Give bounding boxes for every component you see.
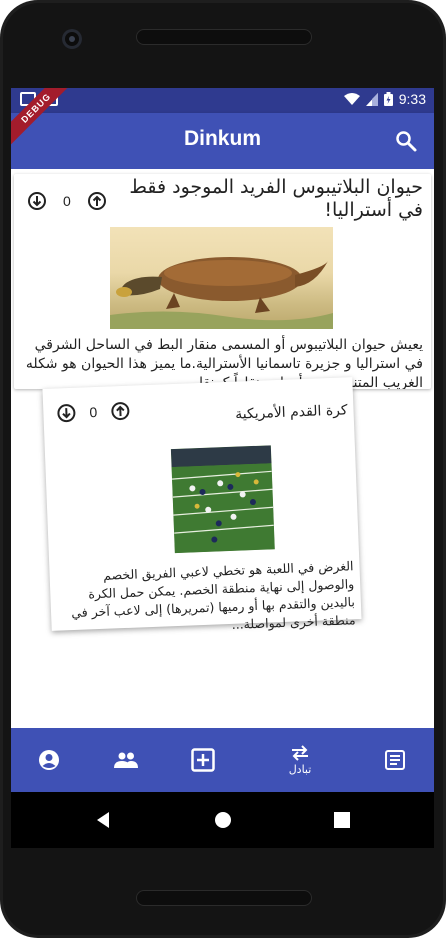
nav-item-exchange[interactable]: تبادل — [270, 728, 330, 792]
vote-controls: 0 — [28, 192, 106, 210]
platypus-image — [110, 227, 333, 329]
nav-item-add[interactable] — [173, 728, 233, 792]
app-bar: Dinkum — [11, 113, 434, 169]
bottom-navigation: تبادل — [11, 728, 434, 792]
front-camera — [62, 29, 82, 49]
wifi-icon — [343, 92, 360, 105]
search-icon[interactable] — [394, 129, 418, 153]
vote-count: 0 — [89, 403, 98, 421]
app-title: Dinkum — [183, 127, 261, 150]
football-image — [170, 445, 275, 554]
system-navigation-bar — [11, 792, 434, 848]
bottom-speaker — [136, 890, 312, 906]
status-time: 9:33 — [398, 91, 426, 107]
back-icon[interactable] — [95, 811, 111, 829]
post-excerpt: يعيش حيوان البلاتيبوس أو المسمى منقار ال… — [25, 337, 423, 389]
post-title[interactable]: كرة القدم الأمريكية — [127, 401, 348, 427]
downvote-icon[interactable] — [57, 403, 76, 423]
status-indicators: 9:33 — [343, 91, 426, 107]
upvote-icon[interactable] — [87, 192, 106, 210]
earpiece-speaker — [136, 29, 312, 45]
post-card[interactable]: 0 حيوان البلاتيبوس الفريد الموجود فقط في… — [14, 174, 431, 389]
recents-icon[interactable] — [334, 812, 350, 828]
phone-screen: DEBUG 9:33 Dinkum 0 حيوان البلاتيبوس الف… — [11, 88, 434, 848]
article-icon — [385, 750, 405, 770]
device-frame: DEBUG 9:33 Dinkum 0 حيوان البلاتيبوس الف… — [0, 0, 446, 938]
downvote-icon[interactable] — [28, 192, 46, 210]
add-box-icon — [191, 748, 215, 772]
nav-item-articles[interactable] — [365, 728, 425, 792]
nav-label-exchange: تبادل — [288, 762, 312, 776]
status-bar: 9:33 — [11, 88, 434, 113]
vote-count: 0 — [63, 193, 71, 209]
feed[interactable]: 0 حيوان البلاتيبوس الفريد الموجود فقط في… — [11, 169, 434, 728]
battery-icon — [383, 92, 393, 106]
account-circle-icon — [39, 750, 59, 770]
nav-item-profile[interactable] — [19, 728, 79, 792]
vote-controls: 0 — [57, 401, 130, 423]
cell-signal-icon — [365, 92, 378, 106]
home-icon[interactable] — [214, 811, 232, 829]
post-card[interactable]: 0 كرة القدم الأمريكية الغرض في اللعبة هو… — [42, 377, 362, 632]
post-title[interactable]: حيوان البلاتيبوس الفريد الموجود فقط في أ… — [123, 176, 423, 222]
swap-horiz-icon — [292, 744, 308, 761]
nav-item-people[interactable] — [96, 728, 156, 792]
post-excerpt: الغرض في اللعبة هو تخطي لاعبي الفريق الخ… — [71, 558, 356, 632]
people-icon — [114, 752, 138, 768]
